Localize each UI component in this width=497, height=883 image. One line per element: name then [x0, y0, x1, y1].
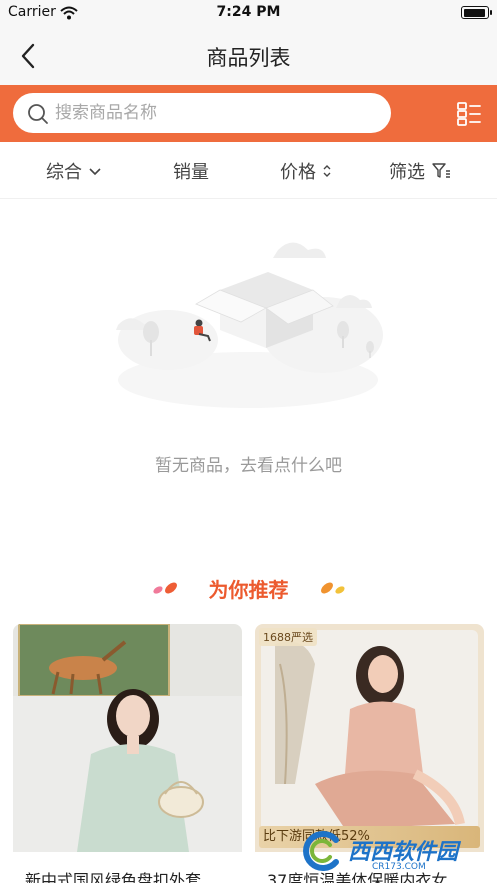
product-card[interactable]: 新中式国风绿色盘扣外套 — [13, 624, 242, 883]
product-image — [255, 624, 484, 852]
grid-list-icon — [457, 102, 481, 126]
search-input[interactable] — [55, 93, 375, 133]
empty-state-message: 暂无商品，去看点什么吧 — [155, 456, 342, 476]
sort-comprehensive-label: 综合 — [46, 162, 82, 183]
search-bar — [0, 85, 497, 142]
filter-icon — [432, 163, 450, 178]
recommend-header: 为你推荐 — [0, 570, 497, 604]
sort-price[interactable]: 价格 — [280, 159, 332, 183]
product-image — [13, 624, 242, 852]
status-bar: Carrier 7:24 PM — [0, 0, 497, 26]
product-name: 新中式国风绿色盘扣外套 — [25, 871, 202, 883]
sort-sales-label: 销量 — [173, 162, 209, 183]
sort-sales[interactable]: 销量 — [173, 159, 209, 183]
sort-price-label: 价格 — [280, 162, 316, 183]
sort-updown-icon — [323, 165, 331, 177]
leaf-decoration-icon — [321, 582, 345, 594]
watermark-sub: CR173.COM — [372, 862, 426, 872]
search-box[interactable] — [13, 93, 391, 133]
sort-bar: 综合 销量 价格 筛选 — [0, 142, 497, 199]
layout-toggle-button[interactable] — [455, 100, 483, 128]
empty-box-illustration — [108, 230, 388, 415]
product-badge: 1688严选 — [259, 628, 317, 646]
watermark-logo-icon — [303, 831, 339, 871]
battery-icon — [461, 6, 492, 19]
search-icon — [28, 104, 48, 124]
sort-filter[interactable]: 筛选 — [389, 159, 451, 183]
sort-comprehensive[interactable]: 综合 — [46, 159, 102, 183]
watermark-logo: 西西软件园 CR173.COM — [300, 826, 490, 876]
status-time: 7:24 PM — [216, 4, 281, 20]
page-title: 商品列表 — [206, 46, 291, 70]
recommend-title: 为你推荐 — [208, 578, 289, 602]
navigation-bar: 商品列表 — [0, 26, 497, 85]
sort-filter-label: 筛选 — [389, 162, 425, 183]
chevron-down-icon — [89, 168, 101, 176]
